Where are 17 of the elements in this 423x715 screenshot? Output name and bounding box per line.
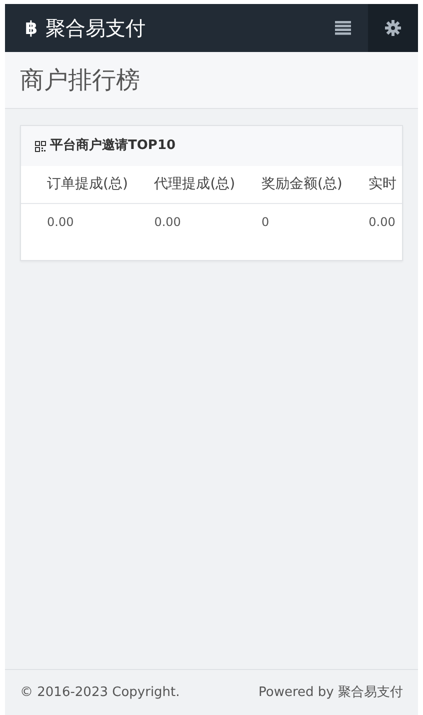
table-cell-text: 0.00 <box>368 214 396 232</box>
qr-code-icon <box>35 140 46 152</box>
powered-by-text: Powered by 聚合易支付 <box>258 684 403 702</box>
copyright-text: © 2016-2023 Copyright. <box>20 684 180 702</box>
column-header: 代理提成(总) <box>154 174 236 194</box>
brand-name[interactable]: 聚合易支付 <box>46 13 146 43</box>
column-header: 实时 <box>368 174 397 194</box>
panel-title: 平台商户邀请TOP10 <box>50 136 176 156</box>
column-header: 奖励金额(总) <box>261 174 342 194</box>
page-title: 商户排行榜 <box>20 66 140 94</box>
table-cell-text: 0.00 <box>154 214 181 232</box>
menu-icon[interactable] <box>335 21 351 35</box>
settings-icon[interactable] <box>385 20 401 36</box>
column-header: 订单提成(总) <box>47 174 128 194</box>
bitcoin-icon: ฿ <box>25 14 38 42</box>
table-cell-text: 0.00 <box>47 214 74 232</box>
table-cell-text: 0 <box>261 214 270 232</box>
